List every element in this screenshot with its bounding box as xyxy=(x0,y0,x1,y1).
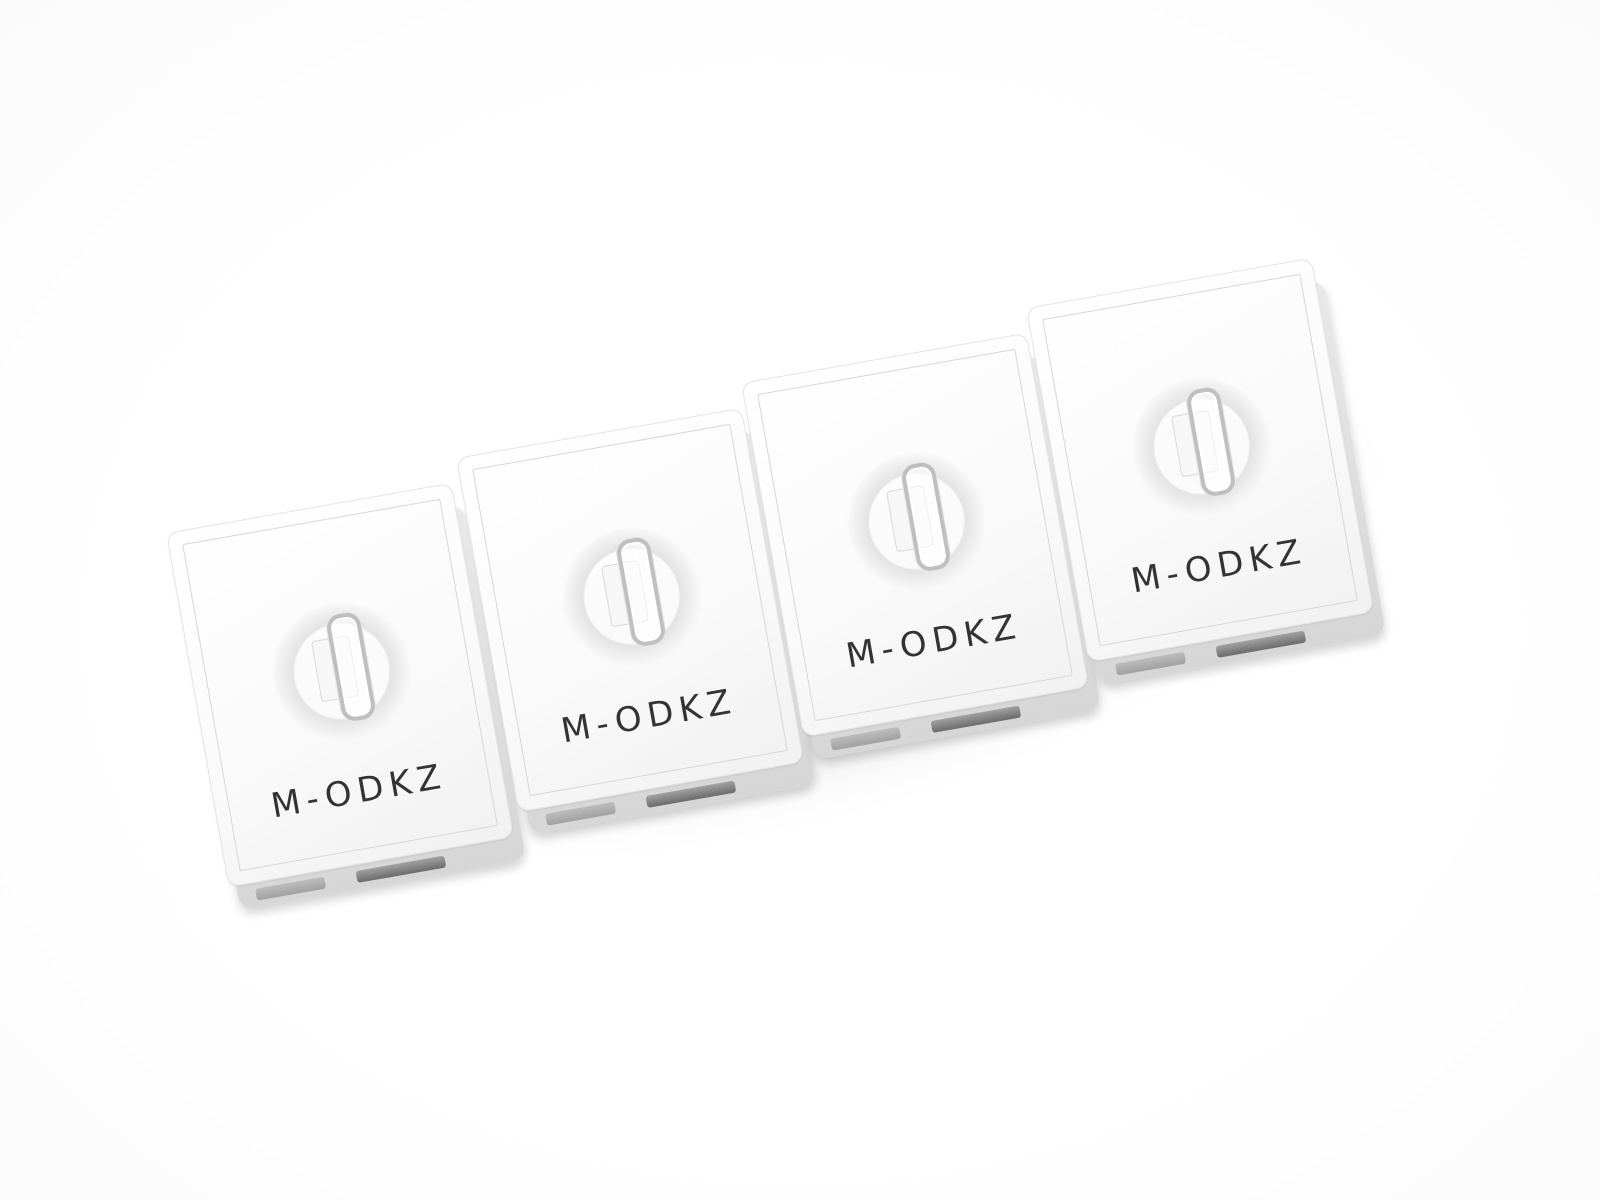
module-2: M-ODKZ xyxy=(455,407,817,835)
module-4: M-ODKZ xyxy=(1025,257,1387,685)
module-top-face: M-ODKZ xyxy=(165,482,515,888)
module-top-face: M-ODKZ xyxy=(455,407,805,813)
module-top-face: M-ODKZ xyxy=(1025,257,1375,663)
product-render-scene: M-ODKZ M-ODKZ M-ODKZ M-ODKZ xyxy=(0,0,1600,1200)
module-3: M-ODKZ xyxy=(740,332,1102,760)
module-top-face: M-ODKZ xyxy=(740,332,1090,738)
module-1: M-ODKZ xyxy=(165,482,527,910)
